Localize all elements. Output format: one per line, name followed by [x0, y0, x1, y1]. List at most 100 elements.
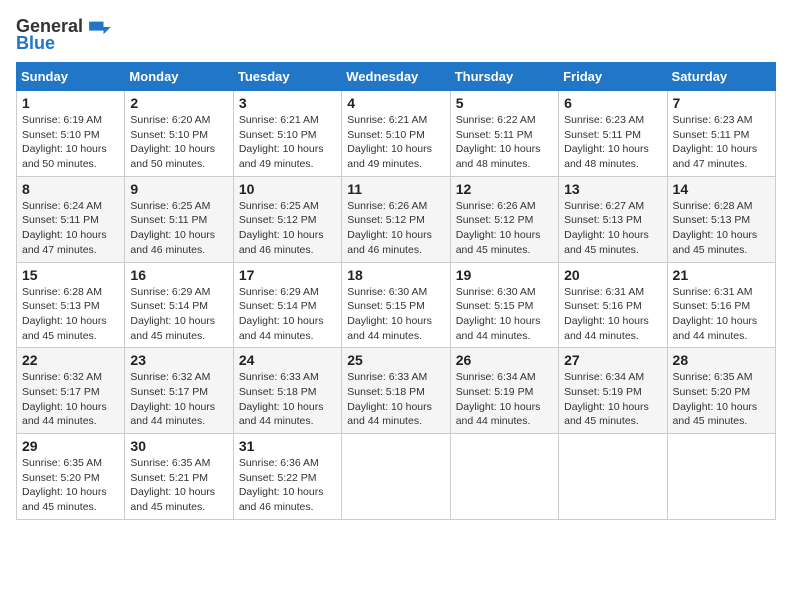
- day-number: 10: [239, 181, 336, 197]
- day-number: 25: [347, 352, 444, 368]
- day-info: Sunrise: 6:32 AMSunset: 5:17 PMDaylight:…: [130, 370, 227, 429]
- calendar-week-row: 1 Sunrise: 6:19 AMSunset: 5:10 PMDaylight…: [17, 91, 776, 177]
- calendar-cell: 8 Sunrise: 6:24 AMSunset: 5:11 PMDaylight…: [17, 176, 125, 262]
- day-info: Sunrise: 6:21 AMSunset: 5:10 PMDaylight:…: [347, 113, 444, 172]
- page-container: General Blue SundayMondayTuesdayWednesda…: [16, 16, 776, 520]
- day-number: 28: [673, 352, 770, 368]
- day-info: Sunrise: 6:33 AMSunset: 5:18 PMDaylight:…: [347, 370, 444, 429]
- day-info: Sunrise: 6:27 AMSunset: 5:13 PMDaylight:…: [564, 199, 661, 258]
- day-number: 20: [564, 267, 661, 283]
- calendar-cell: 24 Sunrise: 6:33 AMSunset: 5:18 PMDayligh…: [233, 348, 341, 434]
- day-number: 7: [673, 95, 770, 111]
- day-number: 6: [564, 95, 661, 111]
- day-info: Sunrise: 6:32 AMSunset: 5:17 PMDaylight:…: [22, 370, 119, 429]
- calendar-cell: 26 Sunrise: 6:34 AMSunset: 5:19 PMDayligh…: [450, 348, 558, 434]
- day-info: Sunrise: 6:28 AMSunset: 5:13 PMDaylight:…: [22, 285, 119, 344]
- day-info: Sunrise: 6:30 AMSunset: 5:15 PMDaylight:…: [456, 285, 553, 344]
- day-info: Sunrise: 6:29 AMSunset: 5:14 PMDaylight:…: [239, 285, 336, 344]
- calendar-cell: 27 Sunrise: 6:34 AMSunset: 5:19 PMDayligh…: [559, 348, 667, 434]
- day-info: Sunrise: 6:26 AMSunset: 5:12 PMDaylight:…: [456, 199, 553, 258]
- calendar-cell: [559, 434, 667, 520]
- day-info: Sunrise: 6:35 AMSunset: 5:20 PMDaylight:…: [22, 456, 119, 515]
- day-number: 4: [347, 95, 444, 111]
- day-number: 1: [22, 95, 119, 111]
- day-number: 9: [130, 181, 227, 197]
- day-info: Sunrise: 6:29 AMSunset: 5:14 PMDaylight:…: [130, 285, 227, 344]
- calendar-cell: 11Sunrise: 6:26 AMSunset: 5:12 PMDayligh…: [342, 176, 450, 262]
- logo-area: General Blue: [16, 16, 113, 54]
- calendar-cell: [342, 434, 450, 520]
- day-info: Sunrise: 6:34 AMSunset: 5:19 PMDaylight:…: [456, 370, 553, 429]
- calendar-header-row: SundayMondayTuesdayWednesdayThursdayFrid…: [17, 63, 776, 91]
- day-number: 13: [564, 181, 661, 197]
- calendar-week-row: 22 Sunrise: 6:32 AMSunset: 5:17 PMDayligh…: [17, 348, 776, 434]
- calendar-cell: 7 Sunrise: 6:23 AMSunset: 5:11 PMDaylight…: [667, 91, 775, 177]
- day-info: Sunrise: 6:19 AMSunset: 5:10 PMDaylight:…: [22, 113, 119, 172]
- day-info: Sunrise: 6:31 AMSunset: 5:16 PMDaylight:…: [673, 285, 770, 344]
- calendar-cell: 4 Sunrise: 6:21 AMSunset: 5:10 PMDaylight…: [342, 91, 450, 177]
- day-number: 12: [456, 181, 553, 197]
- calendar-cell: 13 Sunrise: 6:27 AMSunset: 5:13 PMDayligh…: [559, 176, 667, 262]
- calendar-week-row: 15 Sunrise: 6:28 AMSunset: 5:13 PMDayligh…: [17, 262, 776, 348]
- col-header-friday: Friday: [559, 63, 667, 91]
- day-number: 8: [22, 181, 119, 197]
- day-number: 15: [22, 267, 119, 283]
- day-info: Sunrise: 6:35 AMSunset: 5:20 PMDaylight:…: [673, 370, 770, 429]
- day-number: 24: [239, 352, 336, 368]
- day-info: Sunrise: 6:23 AMSunset: 5:11 PMDaylight:…: [673, 113, 770, 172]
- day-info: Sunrise: 6:36 AMSunset: 5:22 PMDaylight:…: [239, 456, 336, 515]
- day-number: 29: [22, 438, 119, 454]
- day-info: Sunrise: 6:26 AMSunset: 5:12 PMDaylight:…: [347, 199, 444, 258]
- calendar-cell: 31 Sunrise: 6:36 AMSunset: 5:22 PMDayligh…: [233, 434, 341, 520]
- calendar-cell: [667, 434, 775, 520]
- logo-blue-text: Blue: [16, 33, 55, 54]
- calendar-cell: 6 Sunrise: 6:23 AMSunset: 5:11 PMDaylight…: [559, 91, 667, 177]
- header: General Blue: [16, 16, 776, 54]
- col-header-thursday: Thursday: [450, 63, 558, 91]
- calendar-cell: 20 Sunrise: 6:31 AMSunset: 5:16 PMDayligh…: [559, 262, 667, 348]
- calendar-table: SundayMondayTuesdayWednesdayThursdayFrid…: [16, 62, 776, 520]
- col-header-wednesday: Wednesday: [342, 63, 450, 91]
- calendar-cell: 2 Sunrise: 6:20 AMSunset: 5:10 PMDaylight…: [125, 91, 233, 177]
- calendar-cell: 17 Sunrise: 6:29 AMSunset: 5:14 PMDayligh…: [233, 262, 341, 348]
- day-info: Sunrise: 6:24 AMSunset: 5:11 PMDaylight:…: [22, 199, 119, 258]
- col-header-saturday: Saturday: [667, 63, 775, 91]
- calendar-cell: [450, 434, 558, 520]
- day-number: 14: [673, 181, 770, 197]
- calendar-cell: 21 Sunrise: 6:31 AMSunset: 5:16 PMDayligh…: [667, 262, 775, 348]
- calendar-cell: 1 Sunrise: 6:19 AMSunset: 5:10 PMDaylight…: [17, 91, 125, 177]
- calendar-cell: 23 Sunrise: 6:32 AMSunset: 5:17 PMDayligh…: [125, 348, 233, 434]
- calendar-cell: 30Sunrise: 6:35 AMSunset: 5:21 PMDayligh…: [125, 434, 233, 520]
- calendar-cell: 5Sunrise: 6:22 AMSunset: 5:11 PMDaylight…: [450, 91, 558, 177]
- calendar-cell: 15 Sunrise: 6:28 AMSunset: 5:13 PMDayligh…: [17, 262, 125, 348]
- day-number: 26: [456, 352, 553, 368]
- calendar-cell: 9 Sunrise: 6:25 AMSunset: 5:11 PMDaylight…: [125, 176, 233, 262]
- day-info: Sunrise: 6:25 AMSunset: 5:12 PMDaylight:…: [239, 199, 336, 258]
- day-number: 22: [22, 352, 119, 368]
- day-info: Sunrise: 6:31 AMSunset: 5:16 PMDaylight:…: [564, 285, 661, 344]
- day-number: 16: [130, 267, 227, 283]
- col-header-sunday: Sunday: [17, 63, 125, 91]
- day-number: 27: [564, 352, 661, 368]
- day-number: 2: [130, 95, 227, 111]
- day-info: Sunrise: 6:25 AMSunset: 5:11 PMDaylight:…: [130, 199, 227, 258]
- calendar-cell: 25 Sunrise: 6:33 AMSunset: 5:18 PMDayligh…: [342, 348, 450, 434]
- day-info: Sunrise: 6:20 AMSunset: 5:10 PMDaylight:…: [130, 113, 227, 172]
- day-number: 17: [239, 267, 336, 283]
- day-number: 5: [456, 95, 553, 111]
- day-info: Sunrise: 6:23 AMSunset: 5:11 PMDaylight:…: [564, 113, 661, 172]
- calendar-cell: 28 Sunrise: 6:35 AMSunset: 5:20 PMDayligh…: [667, 348, 775, 434]
- calendar-cell: 10 Sunrise: 6:25 AMSunset: 5:12 PMDayligh…: [233, 176, 341, 262]
- calendar-cell: 19Sunrise: 6:30 AMSunset: 5:15 PMDayligh…: [450, 262, 558, 348]
- day-number: 21: [673, 267, 770, 283]
- day-number: 31: [239, 438, 336, 454]
- calendar-week-row: 29 Sunrise: 6:35 AMSunset: 5:20 PMDayligh…: [17, 434, 776, 520]
- calendar-cell: 14Sunrise: 6:28 AMSunset: 5:13 PMDayligh…: [667, 176, 775, 262]
- col-header-monday: Monday: [125, 63, 233, 91]
- calendar-cell: 29 Sunrise: 6:35 AMSunset: 5:20 PMDayligh…: [17, 434, 125, 520]
- day-info: Sunrise: 6:34 AMSunset: 5:19 PMDaylight:…: [564, 370, 661, 429]
- day-info: Sunrise: 6:33 AMSunset: 5:18 PMDaylight:…: [239, 370, 336, 429]
- day-number: 3: [239, 95, 336, 111]
- day-number: 23: [130, 352, 227, 368]
- calendar-cell: 22 Sunrise: 6:32 AMSunset: 5:17 PMDayligh…: [17, 348, 125, 434]
